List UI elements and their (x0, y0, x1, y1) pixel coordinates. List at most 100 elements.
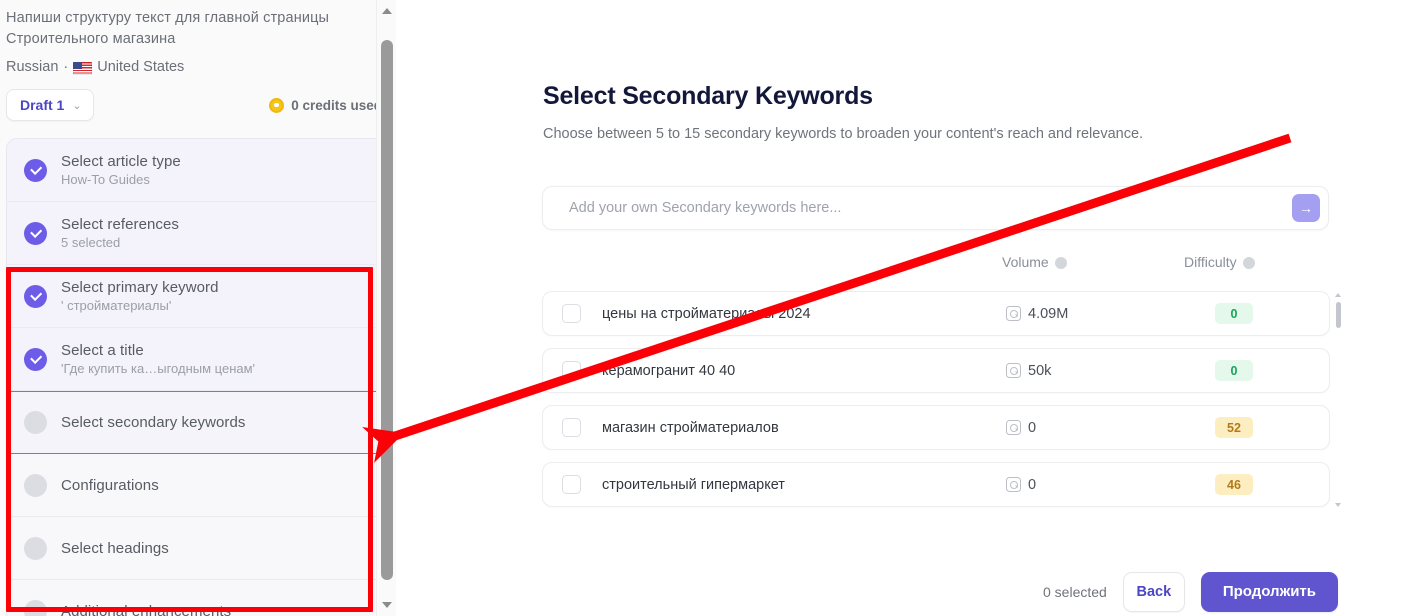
main-panel: Select Secondary Keywords Choose between… (417, 0, 1418, 616)
step-title: Select a title (61, 342, 144, 360)
add-keyword-field[interactable]: Add your own Secondary keywords here... … (542, 186, 1329, 230)
sidebar-step-5[interactable]: Select secondary keywords (7, 391, 389, 455)
add-keyword-placeholder: Add your own Secondary keywords here... (569, 200, 842, 216)
scroll-up-arrow-icon[interactable] (377, 2, 396, 20)
back-button[interactable]: Back (1122, 571, 1185, 612)
keyword-volume: 50k (1006, 363, 1051, 379)
sidebar-step-4[interactable]: Select a title 'Где купить ка…ыгодным цен… (7, 328, 389, 392)
footer-bar: 0 selected Back Продолжить (417, 567, 1418, 616)
table-scroll-up-icon[interactable] (1335, 293, 1341, 297)
step-complete-check-icon (24, 347, 47, 371)
draft-label: Draft 1 (20, 97, 65, 114)
step-complete-check-icon (24, 284, 47, 308)
sidebar-scrollbar[interactable] (376, 0, 396, 616)
page-title: Select Secondary Keywords (543, 82, 873, 110)
step-pending-dot-icon (24, 536, 47, 560)
keyword-table: цены на стройматериалы 2024 4.09M 0 керамог… (542, 291, 1330, 519)
draft-row: Draft 1 ⌄ 0 credits used (0, 75, 396, 122)
search-volume-icon (1006, 420, 1021, 435)
step-text: Configurations (61, 477, 159, 494)
keyword-checkbox[interactable] (562, 418, 581, 437)
table-row[interactable]: магазин стройматериалов 0 52 (542, 405, 1330, 450)
step-text: Select primary keyword ' стройматериалы' (61, 279, 219, 313)
step-title: Select article type (61, 153, 181, 171)
column-header-difficulty: Difficulty (1184, 254, 1255, 270)
app-root: Напиши структуру текст для главной стран… (0, 0, 1418, 616)
left-sidebar: Напиши структуру текст для главной стран… (0, 0, 396, 616)
sidebar-step-8[interactable]: Additional enhancements (7, 580, 389, 616)
keyword-name: строительный гипермаркет (602, 476, 785, 493)
step-complete-check-icon (24, 221, 47, 245)
table-row[interactable]: цены на стройматериалы 2024 4.09M 0 (542, 291, 1330, 336)
step-text: Select references 5 selected (61, 216, 179, 250)
keyword-difficulty-badge: 46 (1215, 474, 1253, 495)
step-title: Select primary keyword (61, 279, 219, 297)
keyword-difficulty-badge: 52 (1215, 417, 1253, 438)
keyword-checkbox[interactable] (562, 361, 581, 380)
keyword-volume: 0 (1006, 420, 1036, 436)
step-text: Select secondary keywords (61, 414, 245, 431)
table-scroll-down-icon[interactable] (1335, 503, 1341, 507)
table-row[interactable]: керамогранит 40 40 50k 0 (542, 348, 1330, 393)
sidebar-step-3[interactable]: Select primary keyword ' стройматериалы' (7, 265, 389, 329)
prompt-text: Напиши структуру текст для главной стран… (6, 10, 330, 47)
credits-label: 0 credits used (291, 97, 382, 113)
column-header-difficulty-label: Difficulty (1184, 254, 1237, 270)
locale-row: Russian · United States (0, 49, 396, 75)
step-title: Additional enhancements (61, 602, 232, 616)
search-volume-icon (1006, 477, 1021, 492)
keyword-volume-value: 0 (1028, 419, 1037, 436)
keyword-difficulty-badge: 0 (1215, 360, 1253, 381)
locale-separator: · (63, 59, 69, 76)
table-scrollbar-thumb[interactable] (1335, 302, 1341, 328)
step-subtitle: 'Где купить ка…ыгодным ценам' (61, 361, 256, 377)
table-row[interactable]: строительный гипермаркет 0 46 (542, 462, 1330, 507)
sidebar-step-1[interactable]: Select article type How-To Guides (7, 139, 389, 203)
keyword-volume-value: 0 (1028, 476, 1037, 493)
keyword-volume-value: 50k (1028, 362, 1052, 379)
arrow-right-icon: → (1299, 200, 1313, 216)
sidebar-step-2[interactable]: Select references 5 selected (7, 202, 389, 266)
info-icon[interactable] (1242, 257, 1255, 269)
step-text: Additional enhancements (61, 603, 231, 616)
step-title: Configurations (61, 476, 159, 494)
search-volume-icon (1006, 306, 1021, 321)
us-flag-icon (73, 61, 93, 75)
keyword-volume: 4.09M (1006, 306, 1068, 322)
step-text: Select headings (61, 540, 169, 557)
column-header-volume-label: Volume (1002, 254, 1049, 270)
credits-indicator: 0 credits used (269, 97, 382, 113)
locale-language: Russian (6, 59, 59, 76)
step-subtitle: ' стройматериалы' (61, 298, 172, 314)
chevron-down-icon: ⌄ (72, 99, 82, 112)
locale-country: United States (97, 59, 185, 76)
keyword-difficulty-badge: 0 (1215, 303, 1253, 324)
step-title: Select references (61, 216, 180, 234)
scroll-down-arrow-icon[interactable] (377, 596, 396, 614)
info-icon[interactable] (1054, 257, 1067, 269)
keyword-name: цены на стройматериалы 2024 (602, 305, 811, 322)
table-scrollbar[interactable] (1333, 293, 1345, 507)
draft-selector-button[interactable]: Draft 1 ⌄ (6, 89, 94, 122)
keyword-name: керамогранит 40 40 (602, 362, 736, 379)
step-text: Select a title 'Где купить ка…ыгодным цен… (61, 342, 255, 376)
sidebar-step-7[interactable]: Select headings (7, 517, 389, 581)
steps-list: Select article type How-To Guides Select r… (6, 138, 390, 616)
sidebar-step-6[interactable]: Configurations (7, 454, 389, 518)
step-pending-dot-icon (24, 473, 47, 497)
search-volume-icon (1006, 363, 1021, 378)
step-title: Select headings (61, 539, 169, 557)
step-subtitle: 5 selected (61, 235, 121, 251)
continue-button[interactable]: Продолжить (1200, 571, 1338, 612)
submit-keyword-button[interactable]: → (1292, 194, 1320, 222)
keyword-volume: 0 (1006, 477, 1036, 493)
keyword-volume-value: 4.09M (1028, 305, 1069, 322)
step-complete-check-icon (24, 158, 47, 182)
keyword-checkbox[interactable] (562, 475, 581, 494)
selected-count: 0 selected (1043, 583, 1107, 600)
step-text: Select article type How-To Guides (61, 153, 181, 187)
sidebar-scrollbar-thumb[interactable] (381, 40, 393, 580)
coin-icon (269, 97, 285, 113)
keyword-checkbox[interactable] (562, 304, 581, 323)
step-subtitle: How-To Guides (61, 172, 150, 188)
